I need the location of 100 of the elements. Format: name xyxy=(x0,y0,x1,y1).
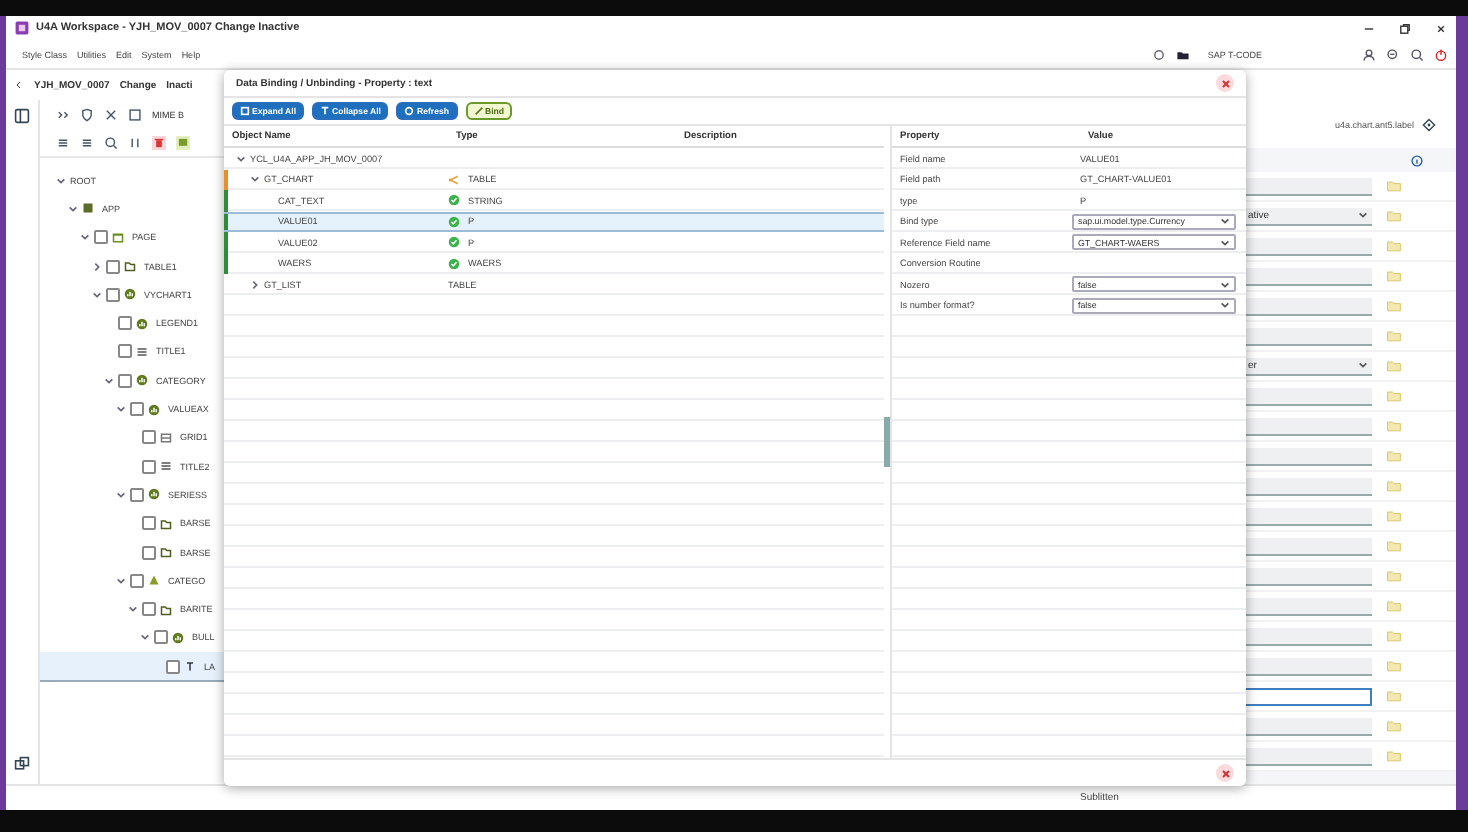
search-icon[interactable] xyxy=(1410,47,1424,61)
triangle-icon xyxy=(148,574,160,587)
caret-icon[interactable] xyxy=(80,232,90,243)
caret-icon[interactable] xyxy=(236,153,246,164)
link-icon xyxy=(473,106,483,116)
checkbox[interactable] xyxy=(118,316,132,331)
refresh-icon xyxy=(404,106,415,116)
restore-icon[interactable] xyxy=(1398,21,1412,35)
checkbox[interactable] xyxy=(154,630,168,645)
input-field[interactable] xyxy=(1244,297,1372,315)
checkbox[interactable] xyxy=(142,430,156,445)
shield-icon[interactable] xyxy=(80,107,94,121)
checkbox[interactable] xyxy=(130,402,144,417)
folder-icon xyxy=(124,260,136,273)
caret-icon[interactable] xyxy=(250,279,260,290)
grid-icon xyxy=(160,431,172,444)
user-icon[interactable] xyxy=(1362,47,1376,61)
close-button[interactable] xyxy=(1216,764,1234,782)
info-icon[interactable] xyxy=(1410,153,1424,167)
panel-icon[interactable] xyxy=(14,108,30,124)
columns-icon[interactable] xyxy=(128,135,142,149)
caret-icon[interactable] xyxy=(104,375,114,386)
chart-icon xyxy=(124,288,136,301)
delete-icon[interactable] xyxy=(152,135,166,149)
close-button[interactable] xyxy=(1216,74,1234,92)
check-icon xyxy=(448,236,460,249)
caret-icon[interactable] xyxy=(92,261,102,272)
input-field[interactable] xyxy=(1244,567,1372,585)
input-field[interactable] xyxy=(1244,417,1372,435)
folder-icon xyxy=(160,603,172,616)
caret-icon[interactable] xyxy=(56,175,66,186)
cross-icon[interactable] xyxy=(104,107,118,121)
app-logo-icon xyxy=(14,20,30,36)
checkbox[interactable] xyxy=(166,659,180,674)
close-icon xyxy=(1219,77,1231,89)
indent-icon[interactable] xyxy=(56,135,70,149)
search-icon[interactable] xyxy=(104,135,118,149)
title-icon xyxy=(160,460,172,473)
check-icon xyxy=(448,215,460,228)
zoom-icon[interactable] xyxy=(1386,47,1400,61)
checkbox[interactable] xyxy=(106,287,120,302)
windows-icon[interactable] xyxy=(14,756,30,772)
input-field[interactable] xyxy=(1244,447,1372,465)
checkbox[interactable] xyxy=(118,373,132,388)
caret-icon[interactable] xyxy=(116,575,126,586)
input-field[interactable] xyxy=(1244,237,1372,255)
folder-icon xyxy=(160,517,172,530)
checkbox[interactable] xyxy=(142,602,156,617)
folder-icon[interactable] xyxy=(1175,47,1190,61)
checkbox[interactable] xyxy=(142,459,156,474)
checkbox[interactable] xyxy=(142,516,156,531)
power-icon[interactable] xyxy=(1434,47,1448,61)
checkbox[interactable] xyxy=(130,487,144,502)
input-field[interactable] xyxy=(1244,717,1372,735)
input-field[interactable] xyxy=(1244,627,1372,645)
input-field[interactable] xyxy=(1244,507,1372,525)
outdent-icon[interactable] xyxy=(80,135,94,149)
check-icon xyxy=(448,194,460,207)
input-field[interactable] xyxy=(1244,747,1372,765)
input-field[interactable] xyxy=(1244,387,1372,405)
caret-icon xyxy=(1358,210,1368,220)
caret-icon[interactable] xyxy=(250,174,260,185)
save-icon[interactable] xyxy=(128,107,142,121)
expand-icon xyxy=(240,106,250,116)
title-icon xyxy=(136,345,148,358)
chart-icon xyxy=(148,403,160,416)
text-icon xyxy=(184,660,196,673)
chart-icon xyxy=(136,374,148,387)
checkbox[interactable] xyxy=(94,230,108,245)
chart-icon xyxy=(172,631,184,644)
caret-icon[interactable] xyxy=(128,604,138,615)
checkbox[interactable] xyxy=(142,545,156,559)
caret-icon[interactable] xyxy=(140,632,150,643)
input-field[interactable] xyxy=(1244,657,1372,675)
checkbox[interactable] xyxy=(106,259,120,274)
folder-icon xyxy=(160,546,172,558)
diamond-icon[interactable] xyxy=(1422,117,1436,131)
input-field[interactable] xyxy=(1244,327,1372,345)
input-field[interactable] xyxy=(1244,687,1372,705)
close-icon[interactable] xyxy=(1434,21,1448,35)
page-icon xyxy=(112,231,124,244)
caret-icon[interactable] xyxy=(68,203,78,214)
expand-icon[interactable] xyxy=(56,107,70,121)
caret-icon[interactable] xyxy=(116,489,126,500)
input-field[interactable] xyxy=(1244,267,1372,285)
check-icon xyxy=(448,257,460,270)
caret-icon xyxy=(1358,360,1368,370)
checkbox[interactable] xyxy=(118,344,132,359)
collapse-icon xyxy=(320,106,331,116)
input-field[interactable] xyxy=(1244,537,1372,555)
chart-icon xyxy=(148,488,160,501)
input-field[interactable] xyxy=(1244,177,1372,195)
input-field[interactable] xyxy=(1244,597,1372,615)
input-field[interactable] xyxy=(1244,477,1372,495)
checkbox[interactable] xyxy=(130,573,144,588)
app-icon xyxy=(82,202,94,215)
caret-icon[interactable] xyxy=(92,289,102,300)
chart-icon xyxy=(136,317,148,330)
caret-icon[interactable] xyxy=(116,404,126,415)
share-icon xyxy=(448,173,460,186)
